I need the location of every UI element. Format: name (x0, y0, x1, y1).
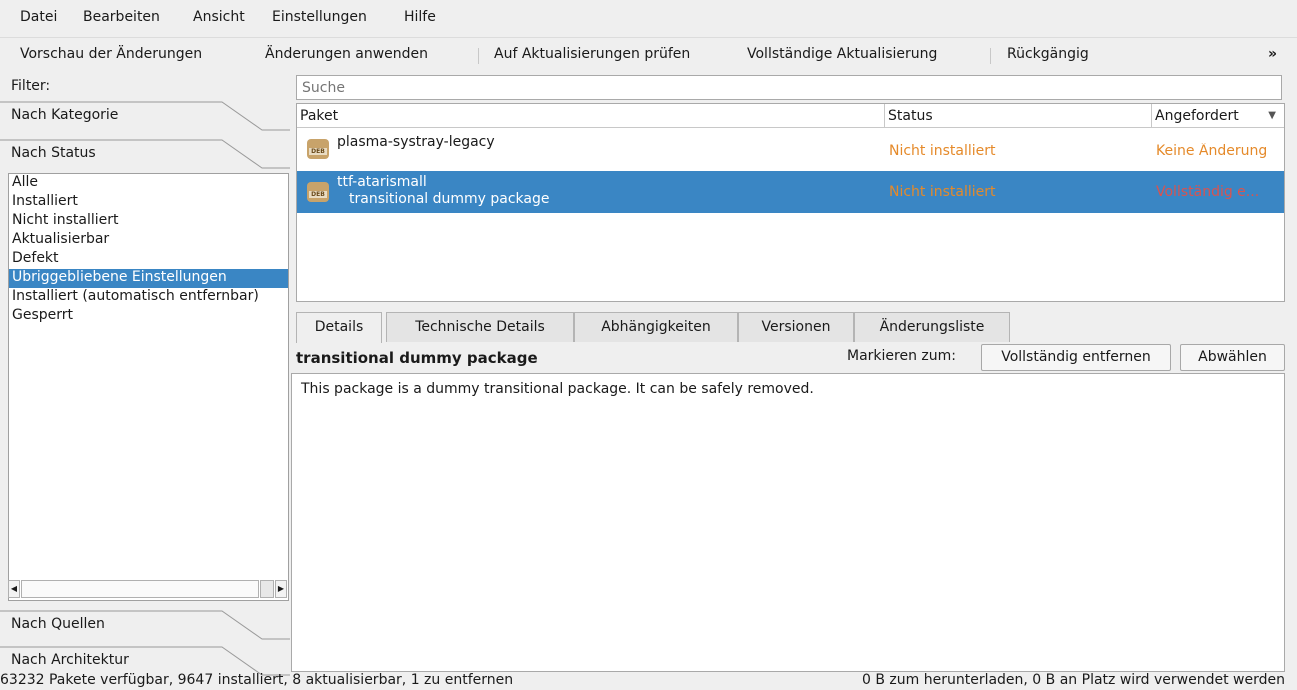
search-box[interactable] (296, 75, 1282, 100)
statusbar-right: 0 B zum herunterladen, 0 B an Platz wird… (862, 672, 1285, 688)
column-header-status[interactable]: Status (885, 104, 1152, 128)
package-name: ttf-atarismall (337, 174, 427, 190)
toolbar-separator (990, 48, 991, 64)
sort-down-icon[interactable]: ▼ (1268, 104, 1276, 128)
deselect-button[interactable]: Abwählen (1180, 344, 1285, 371)
toolbar-separator (478, 48, 479, 64)
filter-by-status[interactable]: Nach Status (0, 139, 290, 173)
column-header-requested-label: Angefordert (1155, 108, 1239, 124)
column-header-requested[interactable]: Angefordert ▼ (1152, 104, 1284, 128)
status-item-upgradable[interactable]: Aktualisierbar (9, 231, 288, 250)
preview-changes-button[interactable]: Vorschau der Änderungen (20, 46, 202, 62)
tab-versions[interactable]: Versionen (738, 312, 854, 342)
tab-technical-details[interactable]: Technische Details (386, 312, 574, 342)
status-bar: 63232 Pakete verfügbar, 9647 installiert… (0, 672, 1297, 690)
menu-ansicht[interactable]: Ansicht (193, 9, 245, 25)
menu-datei[interactable]: Datei (20, 9, 57, 25)
tab-dependencies[interactable]: Abhängigkeiten (574, 312, 738, 342)
filter-by-architecture-label: Nach Architektur (11, 652, 129, 668)
filter-by-architecture[interactable]: Nach Architektur (0, 646, 290, 676)
package-status: Nicht installiert (889, 184, 996, 200)
scroll-left-icon[interactable]: ◀ (8, 580, 20, 598)
deb-package-icon: DEB (307, 139, 329, 159)
package-requested: Vollständig e... (1156, 184, 1260, 200)
status-item-residual-config[interactable]: Übriggebliebene Einstellungen (9, 269, 288, 288)
full-upgrade-button[interactable]: Vollständige Aktualisierung (747, 46, 937, 62)
menu-bearbeiten[interactable]: Bearbeiten (83, 9, 160, 25)
package-description: transitional dummy package (349, 191, 550, 207)
status-filter-list[interactable]: Alle Installiert Nicht installiert Aktua… (8, 173, 289, 601)
apply-changes-button[interactable]: Änderungen anwenden (265, 46, 428, 62)
table-row-selected[interactable]: DEB ttf-atarismall transitional dummy pa… (297, 171, 1284, 213)
column-header-package[interactable]: Paket (297, 104, 885, 128)
status-item-broken[interactable]: Defekt (9, 250, 288, 269)
deb-package-icon: DEB (307, 182, 329, 202)
tab-details[interactable]: Details (296, 312, 382, 343)
scrollbar-track[interactable] (260, 580, 274, 598)
package-requested: Keine Änderung (1156, 143, 1268, 159)
table-row[interactable]: DEB plasma-systray-legacy Nicht installi… (297, 129, 1284, 171)
filter-by-category-label: Nach Kategorie (11, 107, 119, 123)
filter-label: Filter: (11, 78, 51, 94)
toolbar-overflow-icon[interactable]: » (1268, 46, 1277, 62)
scroll-right-icon[interactable]: ▶ (275, 580, 287, 598)
package-table[interactable]: Paket Status Angefordert ▼ DEB plasma-sy… (296, 103, 1285, 302)
search-input[interactable] (297, 76, 1281, 99)
tab-changelog[interactable]: Änderungsliste (854, 312, 1010, 342)
statusbar-left: 63232 Pakete verfügbar, 9647 installiert… (0, 672, 514, 688)
horizontal-scrollbar[interactable]: ◀ ▶ (8, 578, 289, 600)
detail-title: transitional dummy package (296, 349, 538, 367)
undo-button[interactable]: Rückgängig (1007, 46, 1089, 62)
menu-einstellungen[interactable]: Einstellungen (272, 9, 367, 25)
description-text: This package is a dummy transitional pac… (301, 381, 814, 397)
status-item-not-installed[interactable]: Nicht installiert (9, 212, 288, 231)
status-item-installed[interactable]: Installiert (9, 193, 288, 212)
remove-completely-button[interactable]: Vollständig entfernen (981, 344, 1171, 371)
status-item-locked[interactable]: Gesperrt (9, 307, 288, 326)
menu-bar: Datei Bearbeiten Ansicht Einstellungen H… (0, 0, 1297, 36)
package-name: plasma-systray-legacy (337, 134, 495, 150)
filter-by-origin[interactable]: Nach Quellen (0, 610, 290, 644)
menu-hilfe[interactable]: Hilfe (404, 9, 436, 25)
description-panel: This package is a dummy transitional pac… (291, 373, 1285, 672)
toolbar: Vorschau der Änderungen Änderungen anwen… (0, 37, 1297, 72)
filter-by-category[interactable]: Nach Kategorie (0, 101, 290, 135)
scrollbar-thumb[interactable] (21, 580, 259, 598)
check-updates-button[interactable]: Auf Aktualisierungen prüfen (494, 46, 690, 62)
filter-by-status-label: Nach Status (11, 145, 96, 161)
status-item-auto-removable[interactable]: Installiert (automatisch entfernbar) (9, 288, 288, 307)
detail-header: transitional dummy package Markieren zum… (296, 342, 1285, 372)
mark-label: Markieren zum: (847, 348, 956, 364)
package-status: Nicht installiert (889, 143, 996, 159)
filter-by-origin-label: Nach Quellen (11, 616, 105, 632)
status-item-all[interactable]: Alle (9, 174, 288, 193)
